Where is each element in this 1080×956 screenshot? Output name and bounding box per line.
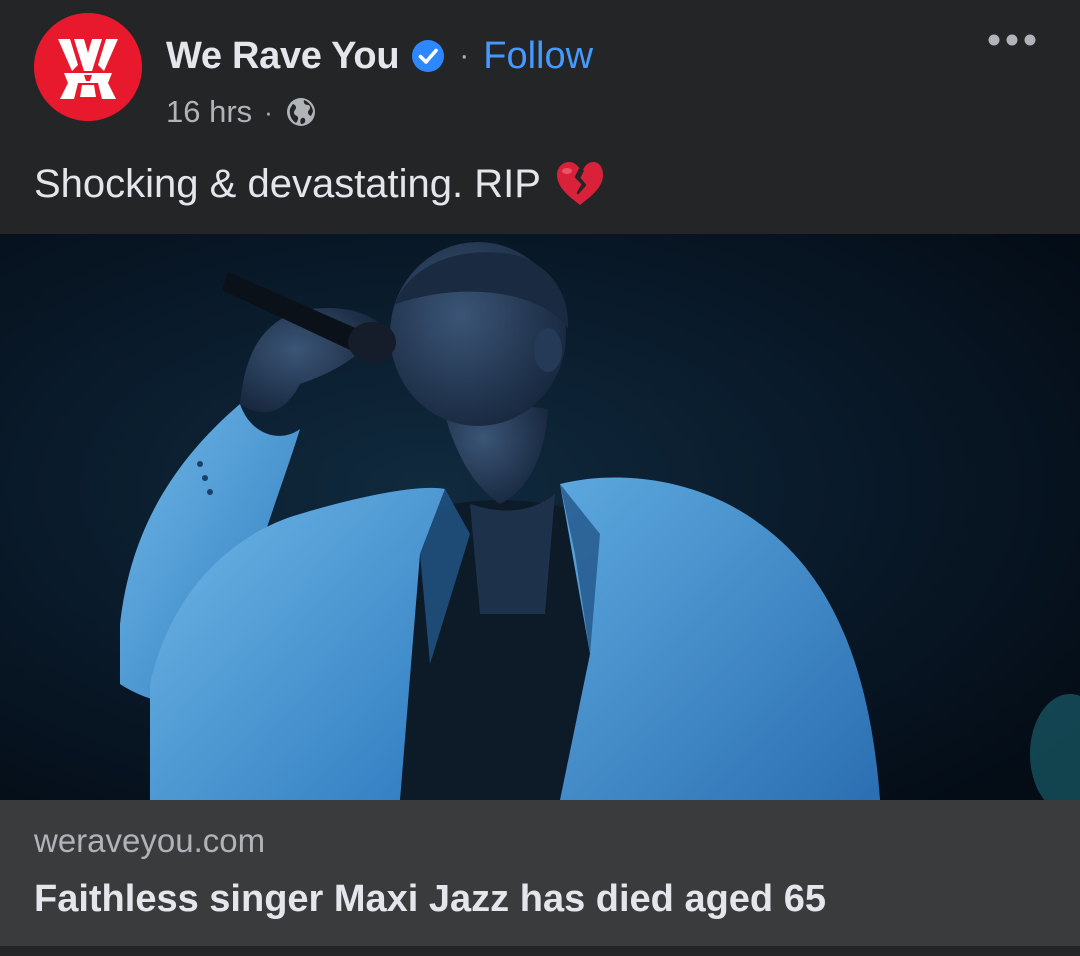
more-options-icon[interactable] bbox=[984, 22, 1040, 58]
globe-icon[interactable] bbox=[285, 96, 317, 128]
meta-separator: · bbox=[264, 96, 273, 127]
post-photo[interactable] bbox=[0, 234, 1080, 800]
broken-heart-emoji-icon bbox=[553, 157, 607, 211]
post-divider bbox=[0, 946, 1080, 956]
feed-post: We Rave You · Follow 16 hrs · Shocking &… bbox=[0, 0, 1080, 956]
page-avatar[interactable] bbox=[34, 13, 142, 121]
post-timestamp[interactable]: 16 hrs bbox=[166, 94, 252, 130]
post-meta: 16 hrs · bbox=[166, 90, 317, 134]
link-headline[interactable]: Faithless singer Maxi Jazz has died aged… bbox=[34, 878, 826, 921]
name-row: We Rave You · Follow bbox=[166, 28, 593, 84]
caption-text: Shocking & devastating. RIP bbox=[34, 161, 541, 206]
follow-button[interactable]: Follow bbox=[483, 35, 593, 78]
performer-photo-image bbox=[0, 234, 1080, 800]
verified-badge-icon bbox=[411, 39, 445, 73]
link-preview[interactable]: weraveyou.com Faithless singer Maxi Jazz… bbox=[0, 800, 1080, 946]
post-header: We Rave You · Follow 16 hrs · bbox=[0, 0, 1080, 140]
post-caption: Shocking & devastating. RIP bbox=[34, 152, 607, 216]
link-domain: weraveyou.com bbox=[34, 822, 266, 859]
name-separator: · bbox=[459, 39, 470, 72]
we-rave-you-logo-icon bbox=[34, 13, 142, 121]
page-name-link[interactable]: We Rave You bbox=[166, 35, 400, 78]
